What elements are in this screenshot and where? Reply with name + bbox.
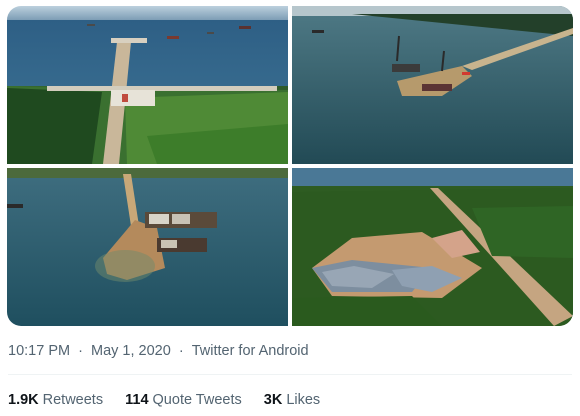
aerial-photo-reclamation-island-icon bbox=[7, 168, 288, 326]
meta-separator-2: · bbox=[178, 343, 184, 359]
quote-tweets-count: 114 bbox=[125, 392, 149, 408]
tweet-timestamp[interactable]: 10:17 PM · May 1, 2020 · Twitter for And… bbox=[8, 343, 309, 359]
retweets-count: 1.9K bbox=[8, 392, 39, 408]
photo-2[interactable] bbox=[292, 6, 573, 164]
tweet-source[interactable]: Twitter for Android bbox=[192, 343, 309, 359]
likes-stat[interactable]: 3K Likes bbox=[264, 392, 320, 408]
photo-4[interactable] bbox=[292, 168, 573, 326]
tweet-time[interactable]: 10:17 PM bbox=[8, 343, 70, 359]
tweet-date[interactable]: May 1, 2020 bbox=[91, 343, 171, 359]
quote-tweets-label: Quote Tweets bbox=[152, 392, 242, 408]
retweets-label: Retweets bbox=[42, 392, 104, 408]
likes-label: Likes bbox=[286, 392, 321, 408]
meta-separator: · bbox=[78, 343, 83, 359]
aerial-photo-pier-construction-icon bbox=[292, 6, 573, 164]
aerial-photo-pier-and-forest-icon bbox=[7, 6, 288, 164]
tweet-media-grid bbox=[7, 6, 573, 326]
likes-count: 3K bbox=[263, 392, 283, 408]
retweets-stat[interactable]: 1.9K Retweets bbox=[8, 392, 103, 408]
tweet-stats: 1.9K Retweets 114 Quote Tweets 3K Likes bbox=[8, 392, 338, 408]
photo-3[interactable] bbox=[7, 168, 288, 326]
photo-1[interactable] bbox=[7, 6, 288, 164]
aerial-photo-forest-clearing-site-icon bbox=[292, 168, 573, 326]
divider bbox=[8, 374, 572, 375]
quote-tweets-stat[interactable]: 114 Quote Tweets bbox=[125, 392, 242, 408]
